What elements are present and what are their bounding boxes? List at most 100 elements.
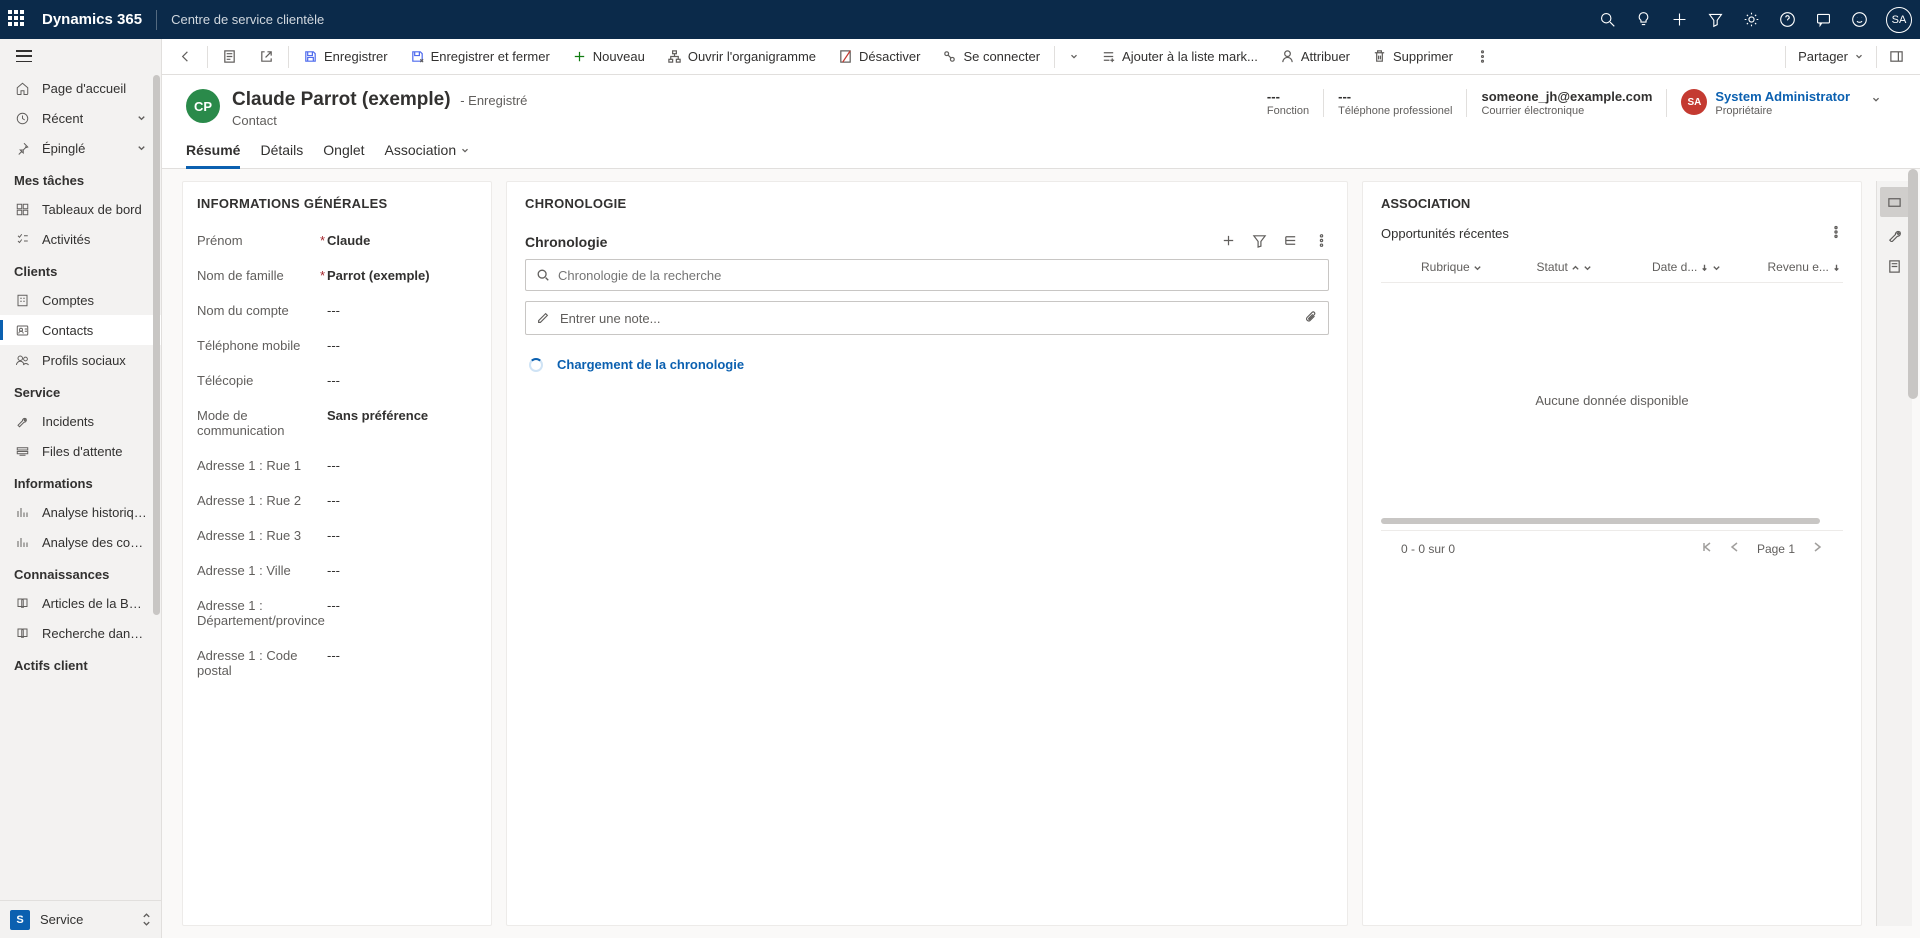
- next-page-button[interactable]: [1811, 541, 1823, 556]
- nav-queues[interactable]: Files d'attente: [0, 436, 161, 466]
- tab-details[interactable]: Détails: [260, 142, 303, 168]
- field-comm-mode[interactable]: Mode de communicationSans préférence: [197, 398, 477, 448]
- col-topic[interactable]: Rubrique: [1381, 260, 1497, 274]
- connect-dropdown[interactable]: [1059, 41, 1089, 73]
- scrollbar-thumb[interactable]: [153, 75, 160, 615]
- field-lastname[interactable]: Nom de famille*Parrot (exemple): [197, 258, 477, 293]
- smile-icon[interactable]: [1850, 11, 1868, 29]
- field-mobile[interactable]: Téléphone mobile---: [197, 328, 477, 363]
- spinner-icon: [529, 358, 543, 372]
- side-pane-button[interactable]: [1879, 41, 1914, 73]
- tab-onglet[interactable]: Onglet: [323, 142, 364, 168]
- field-city[interactable]: Adresse 1 : Ville---: [197, 553, 477, 588]
- app-name-label[interactable]: Centre de service clientèle: [171, 12, 324, 27]
- connect-button[interactable]: Se connecter: [932, 41, 1050, 73]
- deactivate-button[interactable]: Désactiver: [828, 41, 930, 73]
- nav-label: Activités: [42, 232, 90, 247]
- nav-contacts[interactable]: Contacts: [0, 315, 161, 345]
- meta-email[interactable]: someone_jh@example.com Courrier électron…: [1466, 89, 1666, 117]
- popout-icon: [259, 49, 274, 64]
- timeline-search-input[interactable]: [558, 268, 1318, 283]
- field-firstname[interactable]: Prénom*Claude: [197, 223, 477, 258]
- nav-social[interactable]: Profils sociaux: [0, 345, 161, 375]
- popout-button[interactable]: [249, 41, 284, 73]
- clock-icon: [14, 110, 30, 126]
- save-button[interactable]: Enregistrer: [293, 41, 398, 73]
- chat-icon[interactable]: [1814, 11, 1832, 29]
- nav-recent[interactable]: Récent: [0, 103, 161, 133]
- attach-button[interactable]: [1304, 310, 1318, 327]
- tab-association[interactable]: Association: [385, 142, 471, 168]
- share-button[interactable]: Partager: [1788, 41, 1874, 73]
- tab-summary[interactable]: Résumé: [186, 142, 240, 168]
- save-close-button[interactable]: Enregistrer et fermer: [400, 41, 560, 73]
- filter-icon[interactable]: [1706, 11, 1724, 29]
- field-account[interactable]: Nom du compte---: [197, 293, 477, 328]
- header-expand-button[interactable]: [1870, 93, 1882, 108]
- add-to-list-button[interactable]: Ajouter à la liste mark...: [1091, 41, 1268, 73]
- area-switcher[interactable]: S Service: [0, 900, 161, 938]
- nav-label: Files d'attente: [42, 444, 123, 459]
- rail-related-button[interactable]: [1880, 187, 1910, 217]
- horizontal-scrollbar[interactable]: [1381, 518, 1820, 524]
- field-fax[interactable]: Télécopie---: [197, 363, 477, 398]
- timeline-note-input[interactable]: Entrer une note...: [525, 301, 1329, 335]
- nav-knowledge-search[interactable]: Recherche dans la...: [0, 618, 161, 648]
- lightbulb-icon[interactable]: [1634, 11, 1652, 29]
- first-page-button[interactable]: [1701, 541, 1713, 556]
- meta-label: Téléphone professionel: [1338, 105, 1452, 117]
- arrow-left-icon: [178, 49, 193, 64]
- delete-button[interactable]: Supprimer: [1362, 41, 1463, 73]
- nav-conn-analysis[interactable]: Analyse des conn...: [0, 527, 161, 557]
- nav-cases[interactable]: Incidents: [0, 406, 161, 436]
- nav-home[interactable]: Page d'accueil: [0, 73, 161, 103]
- nav-dashboards[interactable]: Tableaux de bord: [0, 194, 161, 224]
- nav-pinned[interactable]: Épinglé: [0, 133, 161, 163]
- col-status[interactable]: Statut: [1497, 260, 1613, 274]
- search-icon[interactable]: [1598, 11, 1616, 29]
- form-selector[interactable]: [212, 41, 247, 73]
- col-date[interactable]: Date d...: [1612, 260, 1728, 274]
- timeline-loading: Chargement de la chronologie: [525, 351, 1329, 386]
- overflow-button[interactable]: [1465, 41, 1500, 73]
- org-chart-button[interactable]: Ouvrir l'organigramme: [657, 41, 826, 73]
- prev-page-button[interactable]: [1729, 541, 1741, 556]
- field-label: Adresse 1 : Ville: [197, 563, 317, 578]
- rail-tools-button[interactable]: [1880, 219, 1910, 249]
- timeline-more-button[interactable]: [1314, 233, 1329, 251]
- scrollbar-thumb[interactable]: [1908, 169, 1918, 399]
- col-revenue[interactable]: Revenu e...: [1728, 260, 1844, 274]
- nav-kb-articles[interactable]: Articles de la Base...: [0, 588, 161, 618]
- rail-knowledge-button[interactable]: [1880, 251, 1910, 281]
- timeline-sort-button[interactable]: [1283, 233, 1298, 251]
- nav-label: Articles de la Base...: [42, 596, 147, 611]
- plus-icon[interactable]: [1670, 11, 1688, 29]
- nav-accounts[interactable]: Comptes: [0, 285, 161, 315]
- timeline-add-button[interactable]: [1221, 233, 1236, 251]
- field-street1[interactable]: Adresse 1 : Rue 1---: [197, 448, 477, 483]
- assoc-more-button[interactable]: [1829, 225, 1843, 242]
- new-button[interactable]: Nouveau: [562, 41, 655, 73]
- nav-activities[interactable]: Activités: [0, 224, 161, 254]
- help-icon[interactable]: [1778, 11, 1796, 29]
- back-button[interactable]: [168, 41, 203, 73]
- timeline-search[interactable]: [525, 259, 1329, 291]
- settings-icon[interactable]: [1742, 11, 1760, 29]
- meta-phone[interactable]: --- Téléphone professionel: [1323, 89, 1466, 117]
- app-launcher-icon[interactable]: [8, 10, 28, 30]
- timeline-filter-button[interactable]: [1252, 233, 1267, 251]
- field-label: Adresse 1 : Rue 2: [197, 493, 317, 508]
- owner-link[interactable]: System Administrator: [1715, 89, 1850, 104]
- field-state[interactable]: Adresse 1 : Département/province---: [197, 588, 477, 638]
- collapse-sidebar-button[interactable]: [0, 39, 161, 73]
- contact-icon: [14, 322, 30, 338]
- meta-owner[interactable]: SA System Administrator Propriétaire: [1666, 89, 1896, 117]
- field-street3[interactable]: Adresse 1 : Rue 3---: [197, 518, 477, 553]
- field-street2[interactable]: Adresse 1 : Rue 2---: [197, 483, 477, 518]
- nav-hist-analysis[interactable]: Analyse historiqu...: [0, 497, 161, 527]
- meta-function[interactable]: --- Fonction: [1253, 89, 1323, 117]
- assign-button[interactable]: Attribuer: [1270, 41, 1360, 73]
- user-avatar[interactable]: SA: [1886, 7, 1912, 33]
- field-zip[interactable]: Adresse 1 : Code postal---: [197, 638, 477, 688]
- field-value: ---: [327, 598, 477, 613]
